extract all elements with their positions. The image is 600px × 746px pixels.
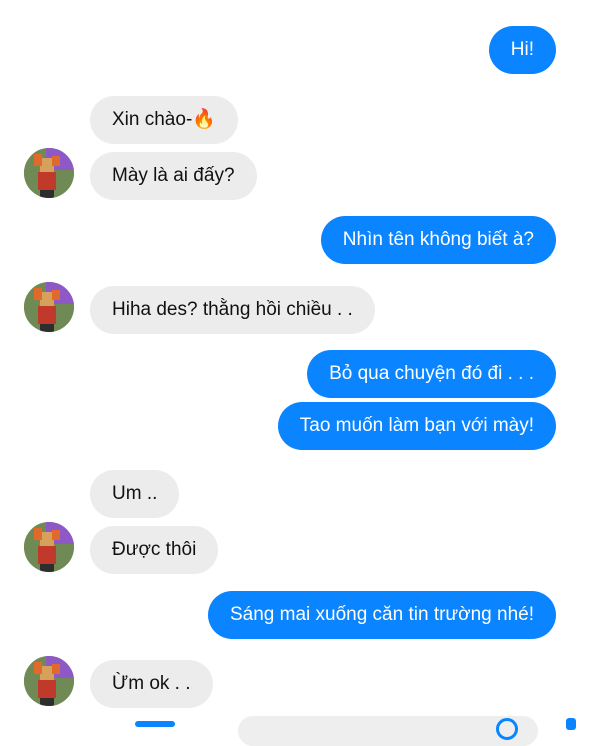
avatar-icon bbox=[24, 282, 74, 332]
camera-icon[interactable] bbox=[135, 721, 175, 727]
message-bubble-outgoing[interactable]: Tao muốn làm bạn với mày! bbox=[277, 402, 556, 450]
message-composer bbox=[0, 712, 600, 746]
message-bubble-incoming[interactable]: Xin chào-🔥 bbox=[90, 96, 238, 144]
message-bubble-incoming[interactable]: Ừm ok . . bbox=[90, 660, 213, 708]
message-bubble-outgoing[interactable]: Bỏ qua chuyện đó đi . . . bbox=[307, 350, 556, 398]
avatar-icon bbox=[24, 656, 74, 706]
message-bubble-incoming[interactable]: Hiha des? thằng hồi chiều . . bbox=[90, 286, 375, 334]
message-input[interactable] bbox=[238, 716, 538, 746]
avatar-icon bbox=[24, 522, 74, 572]
message-bubble-incoming[interactable]: Mày là ai đấy? bbox=[90, 152, 257, 200]
message-bubble-incoming[interactable]: Um .. bbox=[90, 470, 180, 518]
message-bubble-incoming[interactable]: Được thôi bbox=[90, 526, 219, 574]
message-bubble-outgoing[interactable]: Hi! bbox=[488, 26, 556, 74]
like-icon[interactable] bbox=[566, 718, 576, 730]
contact-avatar[interactable] bbox=[24, 282, 74, 332]
contact-avatar[interactable] bbox=[24, 656, 74, 706]
message-bubble-outgoing[interactable]: Sáng mai xuống căn tin trường nhé! bbox=[207, 591, 556, 639]
contact-avatar[interactable] bbox=[24, 522, 74, 572]
avatar-icon bbox=[24, 148, 74, 198]
emoji-icon[interactable] bbox=[496, 718, 518, 740]
message-bubble-outgoing[interactable]: Nhìn tên không biết à? bbox=[320, 216, 556, 264]
contact-avatar[interactable] bbox=[24, 148, 74, 198]
